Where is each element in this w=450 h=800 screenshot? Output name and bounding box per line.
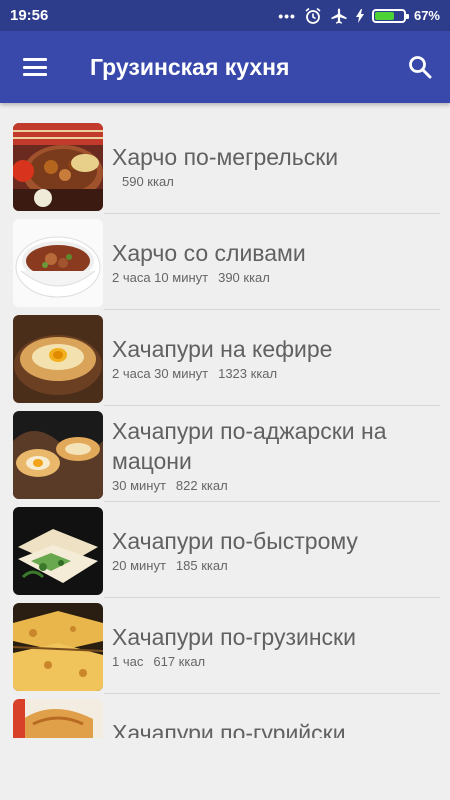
search-icon (409, 56, 432, 79)
charging-icon (355, 8, 364, 23)
recipe-meta: 2 часа 10 минут 390 ккал (112, 270, 440, 285)
list-item[interactable]: Хачапури по-аджарски на мацони 30 минут 8… (0, 406, 450, 502)
recipe-text: Хачапури на кефире 2 часа 30 минут 1323 к… (112, 334, 440, 381)
status-time: 19:56 (10, 7, 49, 24)
hamburger-menu-icon (23, 58, 47, 76)
recipe-calories: 390 ккал (218, 270, 270, 285)
recipe-calories: 185 ккал (175, 558, 228, 573)
alarm-icon (305, 7, 321, 24)
recipe-meta: 590 ккал (112, 174, 440, 189)
recipe-title: Харчо со сливами (112, 240, 306, 266)
recipe-thumbnail-image (13, 603, 103, 691)
recipe-thumbnail-image (13, 507, 103, 595)
recipe-thumbnail-image (13, 123, 103, 211)
recipe-meta: 30 минут 822 ккал (112, 478, 440, 493)
recipe-text: Хачапури по-быстрому 20 минут 185 ккал (112, 526, 440, 573)
recipe-thumbnail-image (13, 219, 103, 307)
recipe-title: Хачапури по-грузински (112, 624, 356, 650)
list-item[interactable]: Хачапури по-быстрому 20 минут 185 ккал (0, 502, 450, 598)
list-item[interactable]: Харчо по-мегрельски 590 ккал (0, 118, 450, 214)
recipe-meta: 1 час 617 ккал (112, 654, 440, 669)
recipe-time: 2 часа 10 минут (112, 270, 209, 285)
recipe-time: 1 час (112, 654, 144, 669)
recipe-text: Харчо по-мегрельски 590 ккал (112, 142, 440, 189)
recipe-time: 2 часа 30 минут (112, 366, 209, 381)
battery-icon (371, 8, 409, 23)
list-item[interactable]: Хачапури на кефире 2 часа 30 минут 1323 к… (0, 310, 450, 406)
recipe-text: Хачапури по-гурийски (112, 718, 440, 738)
recipe-text: Хачапури по-аджарски на мацони 30 минут 8… (112, 416, 440, 493)
recipe-text: Харчо со сливами 2 часа 10 минут 390 ккал (112, 238, 440, 285)
recipe-thumbnail-image (13, 315, 103, 403)
list-item[interactable]: Хачапури по-грузински 1 час 617 ккал (0, 598, 450, 694)
status-bar: 19:56 ••• 67% (0, 0, 450, 31)
recipe-list[interactable]: Харчо по-мегрельски 590 ккал Харчо со сл… (0, 118, 450, 738)
recipe-title: Хачапури по-аджарски на мацони (112, 418, 387, 474)
recipe-calories: 822 ккал (175, 478, 228, 493)
recipe-text: Хачапури по-грузински 1 час 617 ккал (112, 622, 440, 669)
recipe-calories: 617 ккал (153, 654, 206, 669)
recipe-calories: 1323 ккал (218, 366, 278, 381)
menu-button[interactable] (0, 31, 70, 103)
recipe-title: Хачапури по-быстрому (112, 528, 358, 554)
recipe-title: Хачапури по-гурийски (112, 720, 346, 738)
list-item[interactable]: Харчо со сливами 2 часа 10 минут 390 ккал (0, 214, 450, 310)
list-item[interactable]: Хачапури по-гурийски (0, 694, 450, 738)
battery-percent: 67% (413, 8, 440, 23)
recipe-meta: 20 минут 185 ккал (112, 558, 440, 573)
recipe-meta: 2 часа 30 минут 1323 ккал (112, 366, 440, 381)
status-icons: ••• 67% (278, 7, 440, 25)
recipe-time: 20 минут (112, 558, 166, 573)
search-button[interactable] (390, 31, 450, 103)
recipe-title: Хачапури на кефире (112, 336, 333, 362)
recipe-thumbnail-image (13, 699, 103, 738)
airplane-mode-icon (331, 8, 347, 24)
recipe-calories: 590 ккал (122, 174, 174, 189)
more-notifications-icon: ••• (278, 7, 296, 24)
app-bar: Грузинская кухня (0, 31, 450, 103)
page-title: Грузинская кухня (90, 53, 290, 80)
recipe-title: Харчо по-мегрельски (112, 144, 339, 170)
recipe-thumbnail-image (13, 411, 103, 499)
recipe-time: 30 минут (112, 478, 166, 493)
